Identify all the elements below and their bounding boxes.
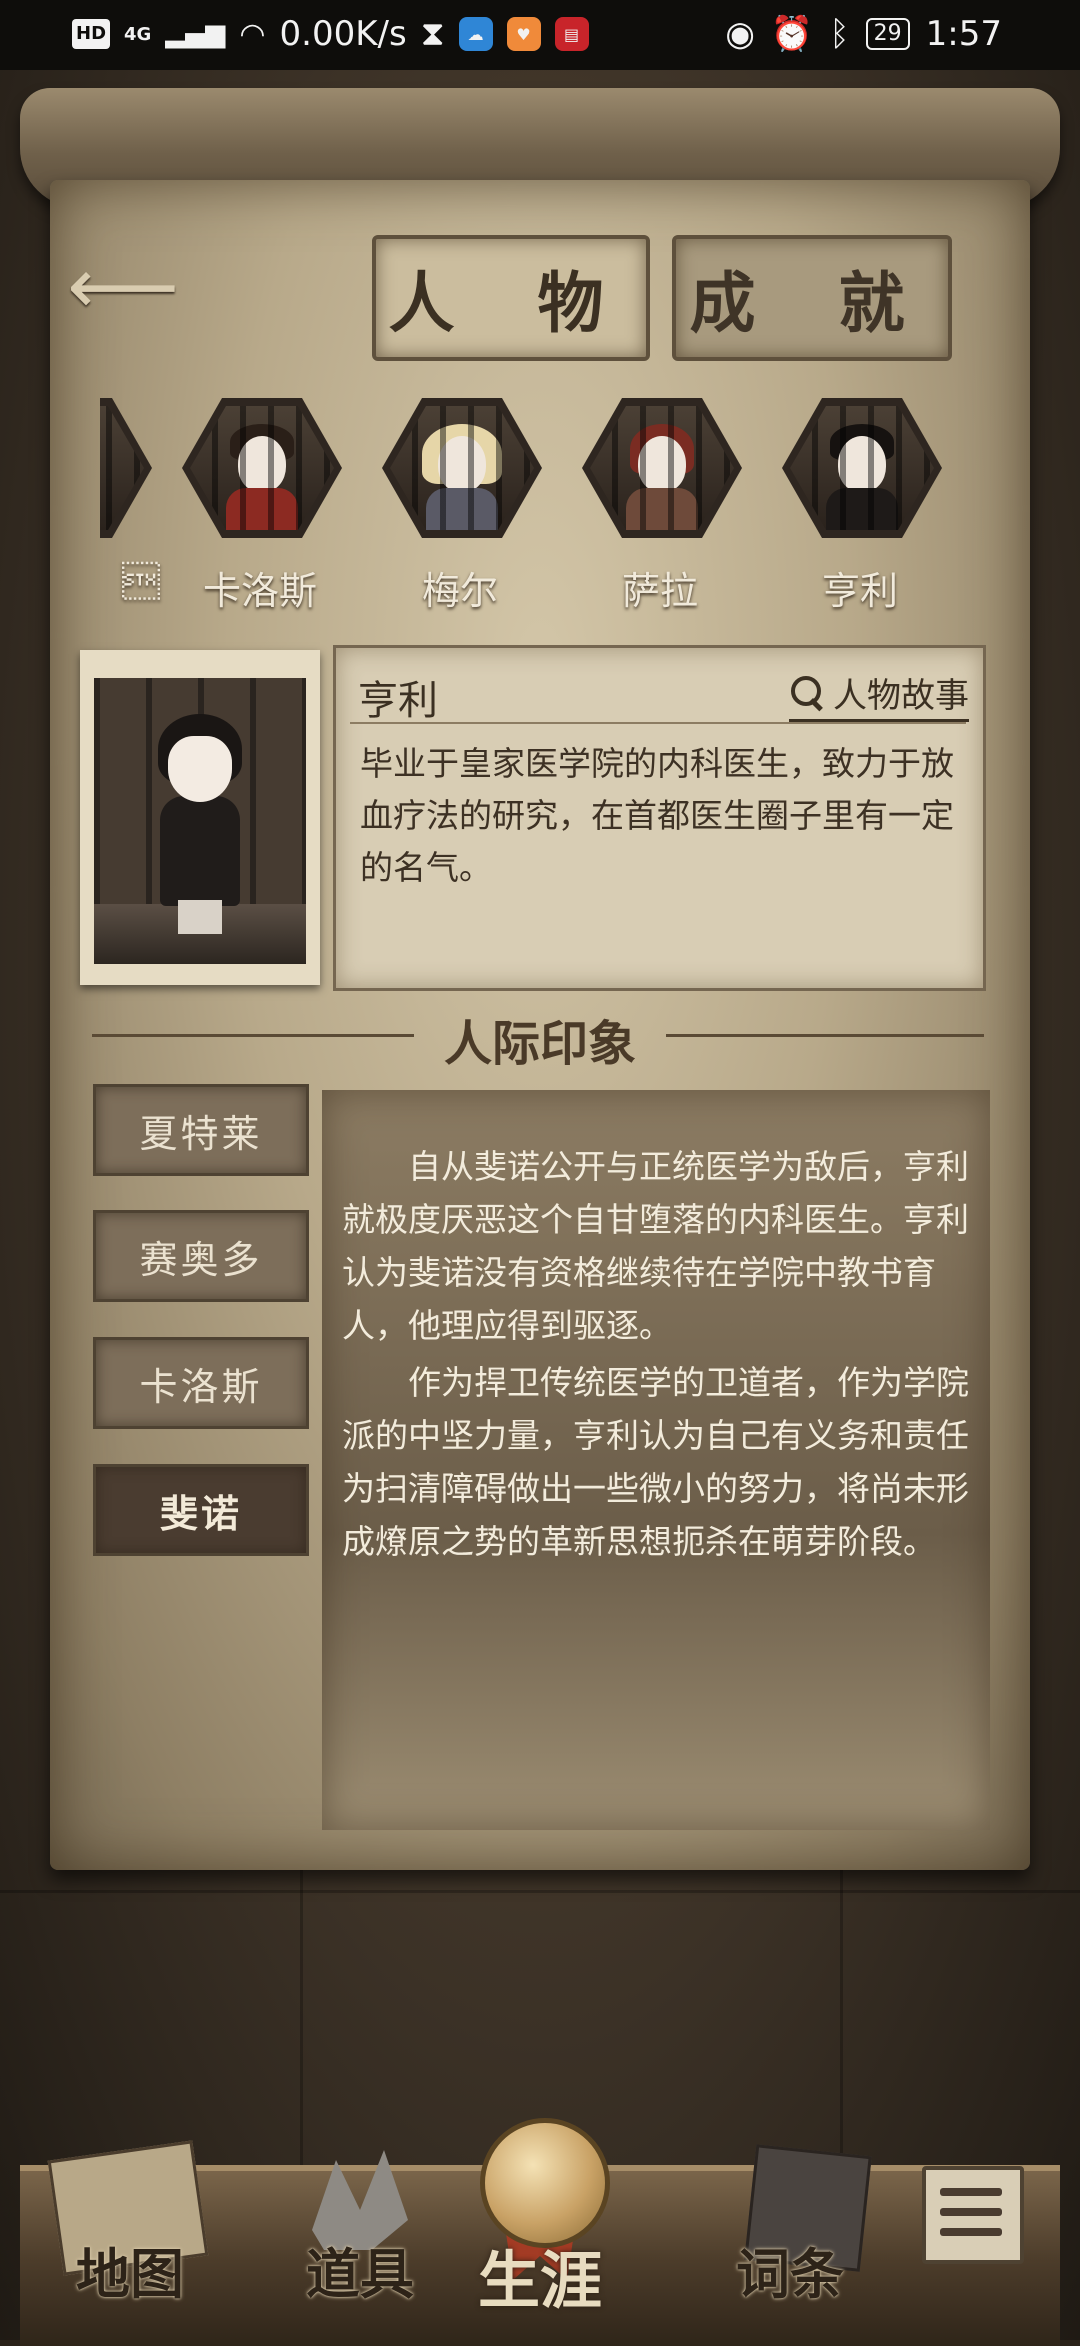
map-grid-line <box>0 1890 1080 1893</box>
character-name: 梅尔 <box>421 569 498 613</box>
signal-icon: ▂▄▆ <box>165 19 226 49</box>
bluetooth-icon: ᛒ <box>829 14 850 54</box>
relation-tab-fino[interactable]: 斐诺 <box>93 1464 309 1556</box>
character-card-henry[interactable]: 亨利 <box>770 390 950 620</box>
character-frame <box>182 398 342 538</box>
list-menu-icon[interactable] <box>922 2166 1024 2264</box>
character-story-label: 人物故事 <box>833 676 969 716</box>
character-name: 萨拉 <box>621 569 698 613</box>
wifi-icon: ◠ <box>239 16 266 52</box>
alarm-icon: ⏰ <box>770 14 814 54</box>
eye-icon: ◉ <box>725 14 755 54</box>
battery-indicator: 29 <box>865 18 910 50</box>
status-bar: HD 4G ▂▄▆ ◠ 0.00K/s ⧗ ☁ ♥ ▤ ◉ ⏰ ᛒ 29 1:5… <box>0 0 1080 70</box>
hourglass-icon: ⧗ <box>420 14 445 54</box>
character-card-sarah[interactable]: 萨拉 <box>570 390 750 620</box>
section-divider-left <box>92 1034 414 1037</box>
relation-text-panel: 自从斐诺公开与正统医学为敌后，亨利就极度厌恶这个自甘堕落的内科医生。亨利认为斐诺… <box>322 1090 990 1830</box>
back-arrow-icon[interactable]: ⟵ <box>58 248 188 326</box>
tab-people[interactable]: 人 物 <box>372 235 650 361</box>
section-title: 人际印象 <box>443 1016 636 1072</box>
character-card[interactable]:  <box>100 390 160 620</box>
relation-tab-chatelet[interactable]: 夏特莱 <box>93 1084 309 1176</box>
character-frame <box>582 398 742 538</box>
cloud-app-icon: ☁ <box>458 17 493 51</box>
character-frame <box>382 398 542 538</box>
character-profile-name: 亨利 <box>358 678 438 724</box>
network-speed: 0.00K/s <box>279 14 407 54</box>
nav-items[interactable]: 道具 <box>270 2230 450 2330</box>
character-story-link[interactable]: 人物故事 <box>789 668 969 722</box>
tab-achievements[interactable]: 成 就 <box>672 235 952 361</box>
character-frame <box>100 398 152 538</box>
hd-badge: HD <box>72 19 111 49</box>
relation-tab-theodore[interactable]: 赛奥多 <box>93 1210 309 1302</box>
character-portrait <box>94 678 306 964</box>
magnifier-icon <box>789 674 827 712</box>
character-info-box: 亨利 人物故事 毕业于皇家医学院的内科医生，致力于放血疗法的研究，在首都医生圈子… <box>333 645 986 991</box>
health-app-icon: ♥ <box>506 17 541 51</box>
news-app-icon: ▤ <box>554 17 589 51</box>
character-name: 亨利 <box>821 569 898 613</box>
status-left: HD 4G ▂▄▆ ◠ 0.00K/s ⧗ ☁ ♥ ▤ <box>72 14 589 54</box>
character-card-mel[interactable]: 梅尔 <box>370 390 550 620</box>
relation-paragraph: 作为捍卫传统医学的卫道者，作为学院派的中坚力量，亨利认为自己有义务和责任为扫清障… <box>342 1363 969 1561</box>
medal-icon <box>480 2118 610 2248</box>
character-name:  <box>122 560 160 604</box>
character-frame <box>782 398 942 538</box>
relation-paragraph: 自从斐诺公开与正统医学为敌后，亨利就极度厌恶这个自甘堕落的内科医生。亨利认为斐诺… <box>342 1147 969 1345</box>
section-divider-right <box>666 1034 984 1037</box>
network-indicator: 4G <box>124 23 152 45</box>
character-portrait-frame <box>80 650 320 985</box>
status-right: ◉ ⏰ ᛒ 29 1:57 <box>725 14 1002 54</box>
character-card-carlos[interactable]: 卡洛斯 <box>170 390 350 620</box>
nav-map[interactable]: 地图 <box>40 2230 220 2330</box>
character-name: 卡洛斯 <box>202 569 317 613</box>
clock: 1:57 <box>925 14 1002 54</box>
nav-career[interactable]: 生涯 <box>450 2230 630 2330</box>
nav-glossary[interactable]: 词条 <box>700 2230 880 2330</box>
divider <box>350 722 966 724</box>
relation-tab-carlos[interactable]: 卡洛斯 <box>93 1337 309 1429</box>
character-description: 毕业于皇家医学院的内科医生，致力于放血疗法的研究，在首都医生圈子里有一定的名气。 <box>360 744 954 887</box>
character-carousel[interactable]:  卡洛斯 梅尔 <box>100 390 980 620</box>
